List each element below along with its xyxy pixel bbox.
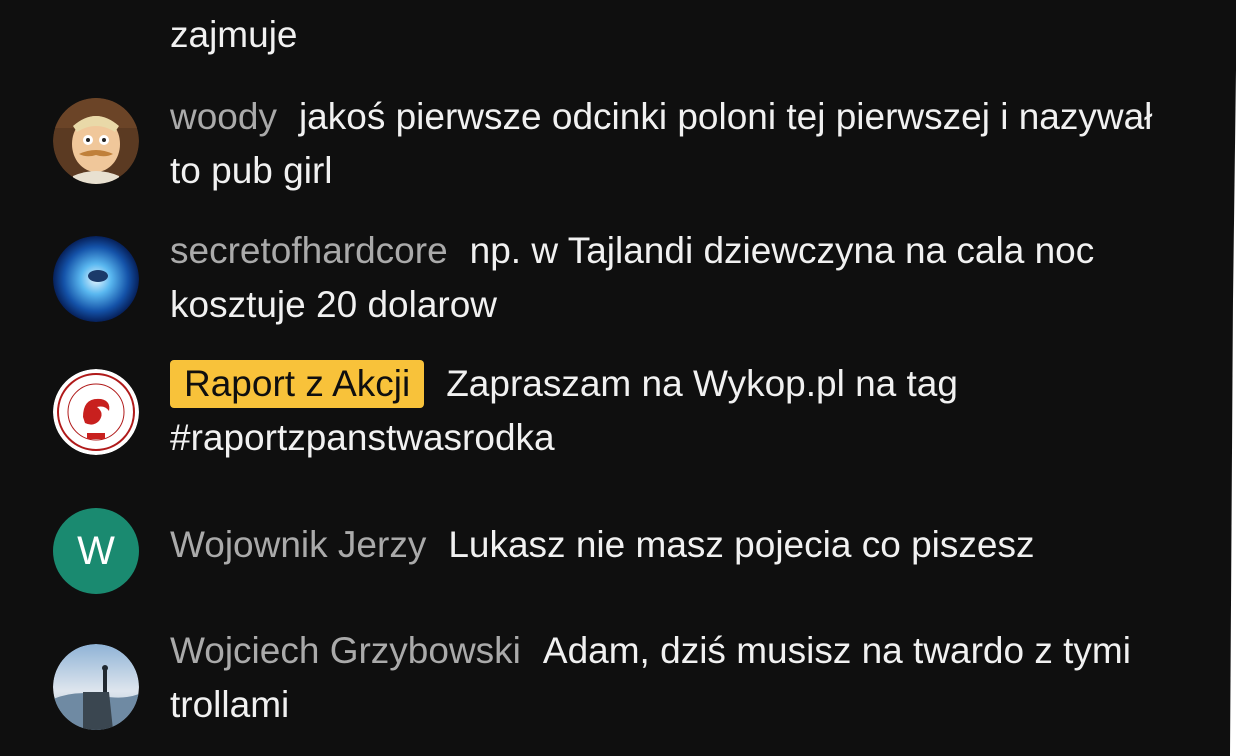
author-name[interactable]: secretofhardcore (170, 230, 448, 271)
avatar[interactable]: W (53, 508, 139, 594)
avatar-letter: W (77, 529, 115, 573)
author-name[interactable]: Wojownik Jerzy (170, 524, 426, 565)
blue-glow-avatar-icon (53, 236, 139, 322)
avatar[interactable] (53, 369, 139, 455)
chat-message-text: Wojciech Grzybowski Adam, dziś musisz na … (170, 624, 1180, 732)
author-name[interactable]: woody (170, 96, 277, 137)
chat-message-text: woody jakoś pierwsze odcinki poloni tej p… (170, 90, 1180, 198)
mountain-landscape-avatar-icon (53, 644, 139, 730)
chat-message-text: zajmuje (170, 8, 1180, 62)
chat-panel: zajmuje woody jakoś pierwsze odcinki polo… (0, 0, 1236, 756)
chat-message-text: secretofhardcore np. w Tajlandi dziewczyn… (170, 224, 1180, 332)
cartoon-face-avatar-icon (53, 98, 139, 184)
message-text: jakoś pierwsze odcinki poloni tej pierws… (170, 96, 1153, 191)
message-text: Lukasz nie masz pojecia co piszesz (448, 524, 1035, 565)
chat-message-text: Wojownik Jerzy Lukasz nie masz pojecia co… (170, 518, 1180, 572)
avatar[interactable] (53, 236, 139, 322)
avatar[interactable] (53, 98, 139, 184)
author-badge[interactable]: Raport z Akcji (170, 360, 425, 408)
author-name[interactable]: Wojciech Grzybowski (170, 630, 521, 671)
avatar[interactable] (53, 644, 139, 730)
red-phoenix-seal-avatar-icon (53, 369, 139, 455)
chat-message-text: Raport z Akcji Zapraszam na Wykop.pl na t… (170, 357, 1180, 465)
message-text: zajmuje (170, 14, 298, 55)
